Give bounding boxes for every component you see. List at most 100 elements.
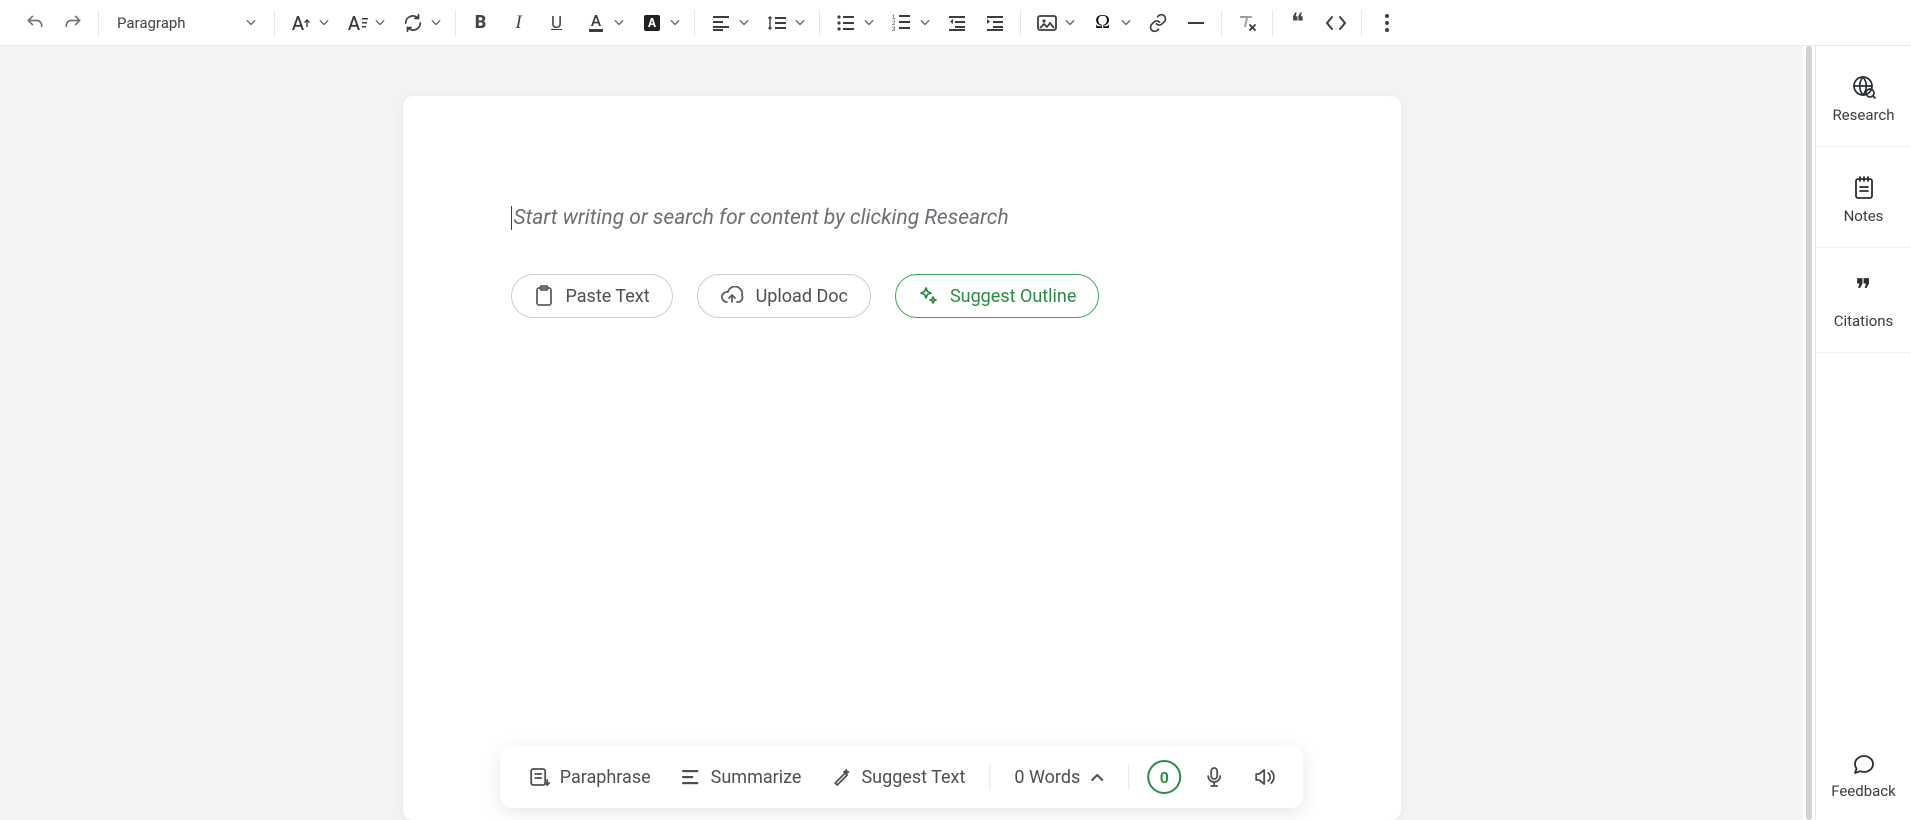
read-aloud-button[interactable] xyxy=(1247,763,1281,791)
link-icon xyxy=(1148,13,1168,33)
underline-button[interactable]: U xyxy=(540,6,574,40)
floatbar-separator xyxy=(1128,764,1129,790)
notes-panel-button[interactable]: Notes xyxy=(1816,147,1911,248)
undo-button[interactable] xyxy=(18,6,52,40)
suggest-outline-label: Suggest Outline xyxy=(950,286,1076,307)
outdent-button[interactable] xyxy=(940,6,974,40)
numbered-list-icon: 123 xyxy=(888,6,916,40)
font-color-select[interactable] xyxy=(578,6,630,40)
suggest-outline-chip[interactable]: Suggest Outline xyxy=(895,274,1099,318)
horizontal-rule-button[interactable] xyxy=(1179,6,1213,40)
indent-icon xyxy=(985,13,1005,33)
feedback-button[interactable]: Feedback xyxy=(1816,726,1911,820)
italic-button[interactable]: I xyxy=(502,6,536,40)
bullet-list-icon xyxy=(832,6,860,40)
block-format-select[interactable]: Paragraph xyxy=(107,6,266,40)
font-family-icon xyxy=(343,6,371,40)
case-change-select[interactable] xyxy=(395,6,447,40)
score-badge[interactable]: 0 xyxy=(1147,760,1181,794)
workarea: Start writing or search for content by c… xyxy=(0,46,1911,820)
text-cursor xyxy=(511,206,512,230)
bold-button[interactable]: B xyxy=(464,6,498,40)
microphone-icon xyxy=(1205,766,1223,788)
case-change-icon xyxy=(399,6,427,40)
paste-text-label: Paste Text xyxy=(566,286,650,307)
highlight-icon xyxy=(638,6,666,40)
upload-doc-chip[interactable]: Upload Doc xyxy=(697,274,871,318)
canvas-region: Start writing or search for content by c… xyxy=(0,46,1803,820)
clear-formatting-icon xyxy=(1236,13,1258,33)
block-format-label: Paragraph xyxy=(117,14,186,32)
chevron-down-icon xyxy=(795,20,805,26)
underline-icon: U xyxy=(551,13,562,33)
horizontal-rule-icon xyxy=(1186,13,1206,33)
dictate-button[interactable] xyxy=(1199,762,1229,792)
suggest-text-label: Suggest Text xyxy=(861,767,965,788)
sparkles-icon xyxy=(918,286,938,306)
quote-icon: ❝ xyxy=(1291,11,1304,35)
more-options-button[interactable] xyxy=(1370,6,1404,40)
highlight-color-select[interactable] xyxy=(634,6,686,40)
summarize-button[interactable]: Summarize xyxy=(675,763,808,792)
indent-button[interactable] xyxy=(978,6,1012,40)
omega-icon: Ω xyxy=(1089,6,1117,40)
chevron-up-icon xyxy=(1090,772,1104,782)
line-height-icon xyxy=(763,6,791,40)
paste-text-chip[interactable]: Paste Text xyxy=(511,274,673,318)
chevron-down-icon xyxy=(375,20,385,26)
insert-link-button[interactable] xyxy=(1141,6,1175,40)
chevron-down-icon xyxy=(864,20,874,26)
chevron-down-icon xyxy=(920,20,930,26)
code-block-button[interactable] xyxy=(1319,6,1353,40)
citations-icon: ❞ xyxy=(1855,276,1871,306)
insert-symbol-select[interactable]: Ω xyxy=(1085,6,1137,40)
globe-search-icon xyxy=(1851,74,1877,100)
chevron-down-icon xyxy=(739,20,749,26)
redo-button[interactable] xyxy=(56,6,90,40)
italic-icon: I xyxy=(515,12,521,34)
document-page[interactable]: Start writing or search for content by c… xyxy=(403,96,1401,820)
citations-panel-button[interactable]: ❞ Citations xyxy=(1816,248,1911,353)
chevron-down-icon xyxy=(1065,20,1075,26)
chat-bubble-icon xyxy=(1852,754,1876,776)
numbered-list-select[interactable]: 123 xyxy=(884,6,936,40)
word-count-toggle[interactable]: 0 Words xyxy=(1008,763,1110,792)
chevron-down-icon xyxy=(670,20,680,26)
align-left-icon xyxy=(707,6,735,40)
chevron-down-icon xyxy=(614,20,624,26)
suggestion-chips: Paste Text Upload Doc Suggest Outline xyxy=(511,274,1293,318)
editor-placeholder: Start writing or search for content by c… xyxy=(511,206,1293,230)
paraphrase-button[interactable]: Paraphrase xyxy=(522,762,657,792)
summarize-icon xyxy=(681,768,701,786)
notes-label: Notes xyxy=(1844,207,1884,225)
insert-image-select[interactable] xyxy=(1029,6,1081,40)
suggest-text-button[interactable]: Suggest Text xyxy=(825,763,971,792)
research-label: Research xyxy=(1832,106,1894,124)
bullet-list-select[interactable] xyxy=(828,6,880,40)
chevron-down-icon xyxy=(246,20,256,26)
research-panel-button[interactable]: Research xyxy=(1816,46,1911,147)
line-height-select[interactable] xyxy=(759,6,811,40)
font-size-select[interactable] xyxy=(283,6,335,40)
floatbar-separator xyxy=(989,764,990,790)
chevron-down-icon xyxy=(1121,20,1131,26)
canvas-scrollbar[interactable] xyxy=(1803,46,1815,820)
feedback-label: Feedback xyxy=(1831,782,1896,800)
font-family-select[interactable] xyxy=(339,6,391,40)
align-select[interactable] xyxy=(703,6,755,40)
clipboard-icon xyxy=(534,285,554,307)
font-color-icon xyxy=(582,6,610,40)
chevron-down-icon xyxy=(319,20,329,26)
magic-wand-icon xyxy=(831,767,851,787)
citations-label: Citations xyxy=(1834,312,1894,330)
editor-placeholder-text: Start writing or search for content by c… xyxy=(514,206,1009,230)
paraphrase-label: Paraphrase xyxy=(560,767,651,788)
scrollbar-thumb[interactable] xyxy=(1806,46,1812,820)
clear-formatting-button[interactable] xyxy=(1230,6,1264,40)
bold-icon: B xyxy=(475,12,487,33)
notes-icon xyxy=(1852,175,1876,201)
font-size-icon xyxy=(287,6,315,40)
blockquote-button[interactable]: ❝ xyxy=(1281,6,1315,40)
floating-action-bar: Paraphrase Summarize Suggest Text 0 Word… xyxy=(500,746,1304,808)
paraphrase-icon xyxy=(528,766,550,788)
